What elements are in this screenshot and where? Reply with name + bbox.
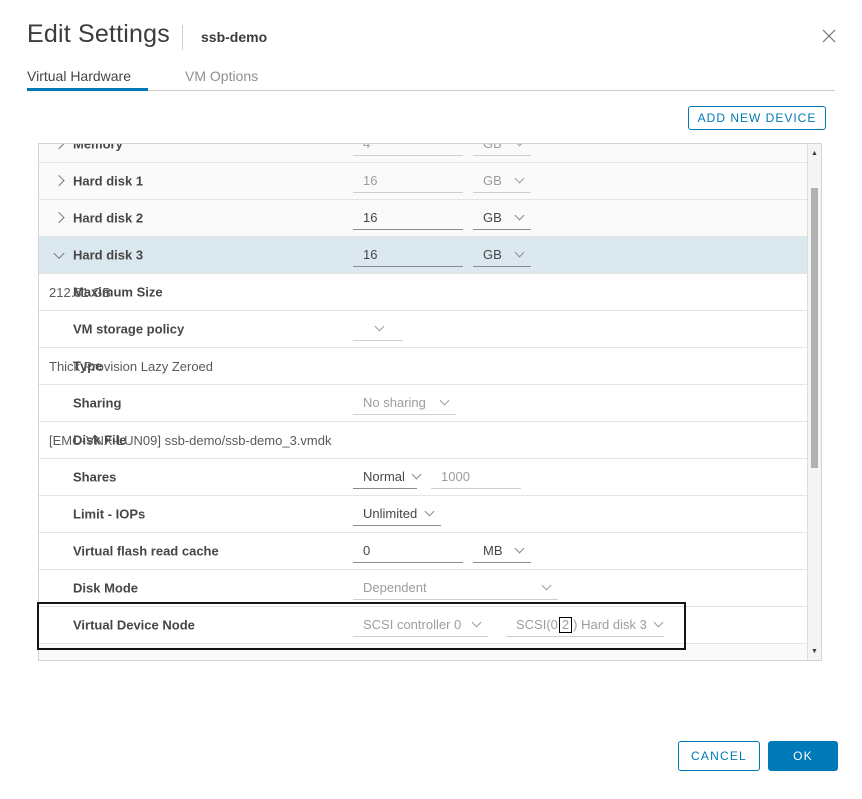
disk-mode-select[interactable]: Dependent bbox=[353, 576, 558, 600]
hardware-rows: Memory 4 GB Hard disk 1 16 GB Hard disk … bbox=[39, 144, 807, 660]
memory-value-input[interactable]: 4 bbox=[353, 144, 463, 156]
chevron-down-icon bbox=[514, 210, 525, 221]
row-hard-disk-2[interactable]: Hard disk 2 16 GB bbox=[39, 200, 807, 237]
active-tab-underline bbox=[27, 88, 148, 91]
chevron-down-icon bbox=[514, 543, 525, 554]
field-text: GB bbox=[483, 173, 502, 188]
field-text: GB bbox=[483, 247, 502, 262]
row-vm-storage-policy: VM storage policy bbox=[39, 311, 807, 348]
hard-disk-3-unit-select[interactable]: GB bbox=[473, 243, 531, 267]
chevron-down-icon bbox=[514, 247, 525, 258]
row-label: Virtual flash read cache bbox=[73, 543, 219, 559]
close-icon[interactable] bbox=[820, 27, 838, 45]
field-text: Normal bbox=[363, 469, 405, 484]
chevron-down-icon bbox=[439, 395, 450, 406]
hard-disk-2-size-input[interactable]: 16 bbox=[353, 206, 463, 230]
field-text: Thick Provision Lazy Zeroed bbox=[49, 358, 214, 374]
row-shares: Shares Normal 1000 bbox=[39, 459, 807, 496]
chevron-down-icon bbox=[374, 321, 384, 332]
title-divider bbox=[182, 25, 183, 50]
memory-unit-select[interactable]: GB bbox=[473, 144, 531, 156]
row-label: Shares bbox=[73, 469, 117, 485]
chevron-down-icon bbox=[514, 173, 525, 184]
maximum-size-value: 212.61 GB bbox=[39, 280, 119, 304]
vm-name: ssb-demo bbox=[201, 29, 268, 45]
scroll-down-icon[interactable]: ▼ bbox=[808, 644, 821, 658]
row-label: Hard disk 2 bbox=[73, 210, 144, 226]
ok-button[interactable]: OK bbox=[768, 741, 838, 771]
hardware-list-panel: Memory 4 GB Hard disk 1 16 GB Hard disk … bbox=[38, 143, 822, 661]
field-text: 16 bbox=[363, 173, 378, 188]
row-hard-disk-3[interactable]: Hard disk 3 16 GB bbox=[39, 237, 807, 274]
field-text: 212.61 GB bbox=[49, 284, 112, 300]
chevron-right-icon[interactable] bbox=[53, 211, 65, 224]
row-virtual-flash-read-cache: Virtual flash read cache 0 MB bbox=[39, 533, 807, 570]
chevron-right-icon[interactable] bbox=[53, 144, 65, 150]
vm-storage-policy-select[interactable] bbox=[353, 317, 403, 341]
field-text: 16 bbox=[363, 210, 378, 225]
scrollbar-thumb[interactable] bbox=[811, 188, 818, 468]
page-title: Edit Settings bbox=[27, 20, 170, 48]
field-text: Unlimited bbox=[363, 506, 418, 521]
tab-vm-options[interactable]: VM Options bbox=[185, 68, 258, 84]
shares-level-select[interactable]: Normal bbox=[353, 465, 422, 489]
vflash-unit-select[interactable]: MB bbox=[473, 539, 531, 563]
chevron-down-icon bbox=[424, 506, 435, 517]
hard-disk-1-unit-select[interactable]: GB bbox=[473, 169, 531, 193]
row-label: Sharing bbox=[73, 395, 122, 411]
field-text: Dependent bbox=[363, 580, 427, 595]
field-text: GB bbox=[483, 210, 502, 225]
row-label: Hard disk 3 bbox=[73, 247, 144, 263]
field-text: 1000 bbox=[441, 469, 470, 484]
field-text: GB bbox=[483, 144, 502, 151]
chevron-down-icon[interactable] bbox=[53, 247, 65, 260]
row-type: Type Thick Provision Lazy Zeroed bbox=[39, 348, 807, 385]
add-new-device-button[interactable]: ADD NEW DEVICE bbox=[688, 106, 826, 130]
shares-value-input[interactable]: 1000 bbox=[431, 465, 521, 489]
chevron-down-icon bbox=[541, 580, 552, 591]
sharing-select[interactable]: No sharing bbox=[353, 391, 456, 415]
row-sharing: Sharing No sharing bbox=[39, 385, 807, 422]
row-hard-disk-1[interactable]: Hard disk 1 16 GB bbox=[39, 163, 807, 200]
chevron-right-icon[interactable] bbox=[53, 174, 65, 187]
field-text: MB bbox=[483, 543, 503, 558]
row-memory[interactable]: Memory 4 GB bbox=[39, 144, 807, 163]
row-label: Disk Mode bbox=[73, 580, 139, 596]
close-x-glyph bbox=[822, 29, 836, 43]
field-text: 0 bbox=[363, 543, 371, 558]
hard-disk-1-size-input[interactable]: 16 bbox=[353, 169, 463, 193]
edit-settings-dialog: Edit Settings ssb-demo Virtual Hardware … bbox=[0, 0, 862, 799]
field-text: 4 bbox=[363, 144, 370, 151]
row-label: Limit - IOPs bbox=[73, 506, 146, 522]
tab-virtual-hardware[interactable]: Virtual Hardware bbox=[27, 68, 131, 84]
row-maximum-size: Maximum Size 212.61 GB bbox=[39, 274, 807, 311]
vflash-value-input[interactable]: 0 bbox=[353, 539, 463, 563]
scroll-up-icon[interactable]: ▲ bbox=[808, 146, 821, 160]
row-disk-file: Disk File [EMC-VNX-LUN09] ssb-demo/ssb-d… bbox=[39, 422, 807, 459]
scrollbar[interactable]: ▲ ▼ bbox=[807, 144, 821, 660]
hard-disk-2-unit-select[interactable]: GB bbox=[473, 206, 531, 230]
row-label: Memory bbox=[73, 144, 123, 152]
field-text: No sharing bbox=[363, 395, 426, 410]
annotation-rectangle bbox=[37, 602, 686, 650]
limit-iops-select[interactable]: Unlimited bbox=[353, 502, 441, 526]
tabs-divider bbox=[27, 90, 835, 91]
hard-disk-3-size-input[interactable]: 16 bbox=[353, 243, 463, 267]
disk-file-value: [EMC-VNX-LUN09] ssb-demo/ssb-demo_3.vmdk bbox=[39, 428, 339, 452]
cancel-button[interactable]: CANCEL bbox=[678, 741, 760, 771]
row-limit-iops: Limit - IOPs Unlimited bbox=[39, 496, 807, 533]
chevron-down-icon bbox=[411, 469, 422, 480]
chevron-down-icon bbox=[514, 144, 525, 147]
row-label: Hard disk 1 bbox=[73, 173, 144, 189]
field-text: [EMC-VNX-LUN09] ssb-demo/ssb-demo_3.vmdk bbox=[49, 432, 332, 448]
type-value: Thick Provision Lazy Zeroed bbox=[39, 354, 221, 378]
field-text: 16 bbox=[363, 247, 378, 262]
row-label: VM storage policy bbox=[73, 321, 185, 337]
